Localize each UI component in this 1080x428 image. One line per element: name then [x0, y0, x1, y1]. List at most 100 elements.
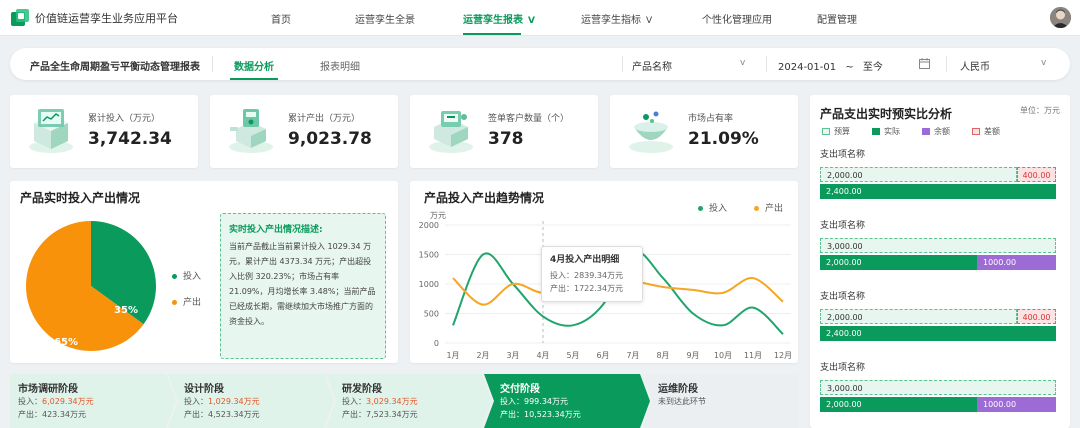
tab-data-analysis[interactable]: 数据分析 — [230, 58, 278, 80]
pie-slice-label: 65% — [54, 337, 78, 348]
tooltip-value: 1722.34万元 — [574, 284, 624, 293]
pie-slice-label: 35% — [114, 305, 138, 316]
x-tick-label: 4月 — [536, 351, 549, 360]
actual-bar: 2,400.00 — [820, 326, 1056, 341]
budget-legend-budget: 预算 — [822, 126, 850, 137]
stage-maintenance[interactable]: 运维阶段 未到达此环节 — [658, 374, 706, 428]
top-nav: 价值链运营孪生业务应用平台 首页 运营孪生全景 运营孪生报表 V 运营孪生指标 V … — [0, 0, 1080, 36]
stage-output-label: 产出： — [184, 410, 208, 419]
kpi-value: 9,023.78 — [288, 129, 372, 149]
nav-twin-report-label: 运营孪生报表 — [463, 15, 523, 26]
nav-config[interactable]: 配置管理 — [817, 11, 857, 26]
stage-input-label: 投入： — [184, 397, 208, 406]
pie-card-title: 产品实时投入产出情况 — [20, 191, 141, 205]
pie-chart: 35% 65% — [25, 221, 156, 351]
kpi-card-total-input: 累计投入（万元） 3,742.34 — [10, 95, 198, 168]
budget-item-label: 支出项名称 — [820, 150, 866, 160]
budget-unit: 单位：万元 — [1020, 106, 1060, 115]
pie-card: 产品实时投入产出情况 35% 65% 投入 产出 实时投入产出情况描述: 当前产… — [10, 181, 398, 363]
nav-twin-report[interactable]: 运营孪生报表 V — [463, 11, 535, 35]
tooltip-line-output: 产出：1722.34万元 — [550, 282, 634, 295]
y-axis-unit: 万元 — [430, 211, 446, 220]
legend-label: 产出 — [183, 298, 202, 308]
nav-personal-apps[interactable]: 个性化管理应用 — [702, 11, 772, 26]
nav-twin-metrics[interactable]: 运营孪生指标 V — [581, 11, 652, 26]
nav-home-label: 首页 — [271, 15, 291, 26]
product-select[interactable]: 产品名称 — [632, 58, 672, 73]
x-tick-label: 2月 — [476, 351, 489, 360]
stage-output: 产出：423.34万元 — [18, 408, 94, 421]
stage-name: 交付阶段 — [500, 384, 540, 395]
stage-name: 研发阶段 — [342, 384, 382, 395]
stage-rnd[interactable]: 研发阶段 投入：3,029.34万元 产出：7,523.34万元 — [342, 374, 418, 428]
divider — [622, 56, 623, 72]
kpi-card-total-output: 累计产出（万元） 9,023.78 — [210, 95, 398, 168]
y-tick-label: 500 — [424, 310, 439, 319]
x-tick-label: 10月 — [714, 351, 732, 360]
y-tick-label: 0 — [434, 339, 439, 348]
kpi-value: 3,742.34 — [88, 129, 172, 149]
x-tick-label: 9月 — [686, 351, 699, 360]
stage-output-label: 产出： — [500, 410, 524, 419]
legend-label: 投入 — [183, 272, 202, 282]
budget-bar: 3,000.00 — [820, 380, 1056, 395]
report-title: 产品全生命周期盈亏平衡动态管理报表 — [30, 62, 200, 73]
tooltip-label: 产出： — [550, 284, 574, 293]
stage-input-label: 投入： — [500, 397, 524, 406]
stage-input-label: 投入： — [18, 397, 42, 406]
tooltip-line-input: 投入：2839.34万元 — [550, 269, 634, 282]
calendar-icon[interactable] — [919, 58, 930, 69]
x-tick-label: 12月 — [774, 351, 792, 360]
kpi-card-market-share: 市场占有率 21.09% — [610, 95, 798, 168]
desc-text: 当前产品截止当前累计投入 1029.34 万元，累计产出 4373.34 万元；… — [229, 242, 376, 326]
date-start: 2024-01-01 — [778, 62, 837, 73]
budget-bar: 3,000.00 — [820, 238, 1056, 253]
budget-legend-diff: 差额 — [972, 126, 1000, 137]
x-tick-label: 3月 — [506, 351, 519, 360]
kpi-label: 累计产出（万元） — [288, 114, 361, 124]
nav-twin-overview[interactable]: 运营孪生全景 — [355, 11, 415, 26]
stage-input: 投入：1,029.34万元 — [184, 395, 260, 408]
stage-input-value: 1,029.34万元 — [208, 397, 260, 406]
chevron-down-icon: V — [528, 16, 535, 26]
pie-legend-output: 产出 — [172, 295, 201, 308]
budget-legend-actual: 实际 — [872, 126, 900, 137]
stage-delivery[interactable]: 交付阶段 投入：999.34万元 产出：10,523.34万元 — [500, 374, 581, 428]
chevron-down-icon[interactable]: v — [740, 58, 745, 68]
nav-home[interactable]: 首页 — [271, 11, 291, 26]
budget-panel: 产品支出实时预实比分析 单位：万元 预算 实际 余额 差额 支出项名称 2,000… — [810, 95, 1070, 428]
nav-personal-apps-label: 个性化管理应用 — [702, 15, 772, 26]
stage-output-value: 7,523.34万元 — [366, 410, 418, 419]
kpi-label: 签单客户数量（个） — [488, 114, 570, 124]
stage-market-research[interactable]: 市场调研阶段 投入：6,029.34万元 产出：423.34万元 — [18, 374, 94, 428]
chevron-down-icon[interactable]: v — [1041, 58, 1046, 68]
stage-output-value: 423.34万元 — [42, 410, 86, 419]
nav-config-label: 配置管理 — [817, 15, 857, 26]
tab-report-detail[interactable]: 报表明细 — [320, 58, 360, 73]
budget-item-label: 支出项名称 — [820, 221, 866, 231]
divider — [946, 56, 947, 72]
x-tick-label: 11月 — [744, 351, 762, 360]
chart-tooltip: 4月投入产出明细 投入：2839.34万元 产出：1722.34万元 — [541, 246, 643, 302]
app-title: 价值链运营孪生业务应用平台 — [35, 12, 178, 25]
diff-bar: 400.00 — [1017, 167, 1056, 182]
stage-output: 产出：10,523.34万元 — [500, 408, 581, 421]
tooltip-label: 投入： — [550, 271, 574, 280]
nav-twin-metrics-label: 运营孪生指标 — [581, 15, 641, 26]
kpi-label: 市场占有率 — [688, 114, 734, 124]
y-tick-label: 2000 — [419, 221, 439, 230]
stage-output: 产出：7,523.34万元 — [342, 408, 418, 421]
date-range-picker[interactable]: 2024-01-01 ~ 至今 — [778, 58, 883, 73]
divider — [212, 56, 213, 72]
stage-input: 投入：999.34万元 — [500, 395, 581, 408]
stage-design[interactable]: 设计阶段 投入：1,029.34万元 产出：4,523.34万元 — [184, 374, 260, 428]
user-avatar[interactable] — [1050, 7, 1071, 28]
diff-bar: 400.00 — [1017, 309, 1056, 324]
currency-select[interactable]: 人民币 — [960, 58, 990, 73]
x-tick-label: 7月 — [626, 351, 639, 360]
budget-legend-remain: 余额 — [922, 126, 950, 137]
stage-input: 投入：6,029.34万元 — [18, 395, 94, 408]
server-icon — [29, 109, 73, 153]
desc-title: 实时投入产出情况描述: — [229, 225, 323, 235]
x-tick-label: 5月 — [566, 351, 579, 360]
